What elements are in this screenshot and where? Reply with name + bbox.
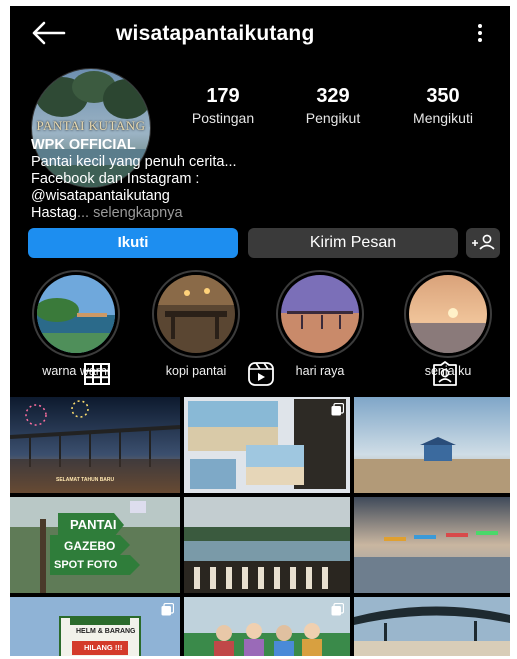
bio-line: @wisatapantaikutang bbox=[31, 188, 170, 204]
posts-count[interactable]: 179 Postingan bbox=[168, 84, 278, 128]
post-thumbnail[interactable]: SELAMAT TAHUN BARU bbox=[10, 397, 180, 493]
post-caption-text: SELAMAT TAHUN BARU bbox=[56, 477, 115, 483]
multiple-photos-icon bbox=[331, 602, 345, 616]
message-button[interactable]: Kirim Pesan bbox=[248, 228, 458, 258]
following-count-value: 350 bbox=[426, 85, 460, 107]
back-arrow-icon[interactable] bbox=[30, 20, 66, 46]
followers-count-label: Pengikut bbox=[305, 110, 361, 126]
profile-bio: WPK OFFICIAL Pantai kecil yang penuh cer… bbox=[31, 137, 491, 222]
reels-icon bbox=[248, 362, 274, 386]
suggest-people-button[interactable] bbox=[466, 228, 500, 258]
tagged-tab[interactable] bbox=[430, 361, 460, 387]
bio-line: Hastag... selengkapnya bbox=[31, 205, 491, 222]
see-more-link[interactable]: ... selengkapnya bbox=[77, 205, 183, 221]
reels-tab[interactable] bbox=[246, 361, 276, 387]
grid-icon bbox=[84, 363, 110, 385]
sign-text: PANTAI bbox=[70, 517, 117, 532]
post-thumbnail[interactable] bbox=[184, 597, 350, 656]
bio-hashtag-text: Hastag bbox=[31, 205, 77, 221]
post-thumbnail[interactable]: HELM & BARANG HILANG !!! bbox=[10, 597, 180, 656]
bio-line: Facebook dan Instagram : bbox=[31, 171, 200, 187]
highlight-label: hari raya bbox=[295, 364, 345, 378]
highlight-cover-image bbox=[281, 275, 359, 353]
sign-text: SPOT FOTO bbox=[54, 559, 118, 571]
bio-name: WPK OFFICIAL bbox=[31, 137, 136, 153]
posts-count-label: Postingan bbox=[191, 110, 255, 126]
post-thumbnail[interactable]: PANTAI GAZEBO SPOT FOTO bbox=[10, 497, 180, 593]
multiple-photos-icon bbox=[331, 402, 345, 416]
post-thumbnail[interactable] bbox=[354, 497, 510, 593]
post-thumbnail[interactable] bbox=[184, 397, 350, 493]
more-options-icon[interactable] bbox=[468, 20, 492, 46]
highlight-cover-image bbox=[157, 275, 235, 353]
profile-username: wisatapantaikutang bbox=[116, 22, 315, 45]
bio-line: Pantai kecil yang penuh cerita... bbox=[31, 154, 237, 170]
posts-grid: SELAMAT TAHUN BARU PANTAI GAZEBO SPOT FO… bbox=[10, 397, 510, 656]
sign-text: HELM & BARANG bbox=[76, 628, 136, 635]
tagged-icon bbox=[433, 361, 457, 386]
highlight-cover-image bbox=[37, 275, 115, 353]
posts-grid-tab[interactable] bbox=[82, 361, 112, 387]
highlight-cover-image bbox=[409, 275, 487, 353]
highlight-kopi-pantai[interactable]: kopi pantai bbox=[148, 270, 244, 378]
avatar-logo-text: PANTAI KUTANG bbox=[36, 118, 146, 133]
follow-button[interactable]: Ikuti bbox=[28, 228, 238, 258]
following-count[interactable]: 350 Mengikuti bbox=[388, 84, 498, 128]
sign-text: HILANG !!! bbox=[84, 643, 123, 652]
add-person-icon bbox=[472, 234, 495, 250]
post-thumbnail[interactable] bbox=[354, 597, 510, 656]
following-count-label: Mengikuti bbox=[413, 110, 473, 126]
instagram-profile-screen: wisatapantaikutang PANTAI KUTANG 179 Pos bbox=[10, 6, 510, 656]
followers-count-value: 329 bbox=[316, 85, 350, 107]
sign-text: GAZEBO bbox=[64, 539, 116, 553]
highlight-hari-raya[interactable]: hari raya bbox=[272, 270, 368, 378]
multiple-photos-icon bbox=[161, 602, 175, 616]
highlight-label: kopi pantai bbox=[165, 364, 227, 378]
post-thumbnail[interactable] bbox=[184, 497, 350, 593]
posts-count-value: 179 bbox=[206, 85, 240, 107]
top-bar: wisatapantaikutang bbox=[10, 6, 510, 58]
post-thumbnail[interactable] bbox=[354, 397, 510, 493]
followers-count[interactable]: 329 Pengikut bbox=[278, 84, 388, 128]
